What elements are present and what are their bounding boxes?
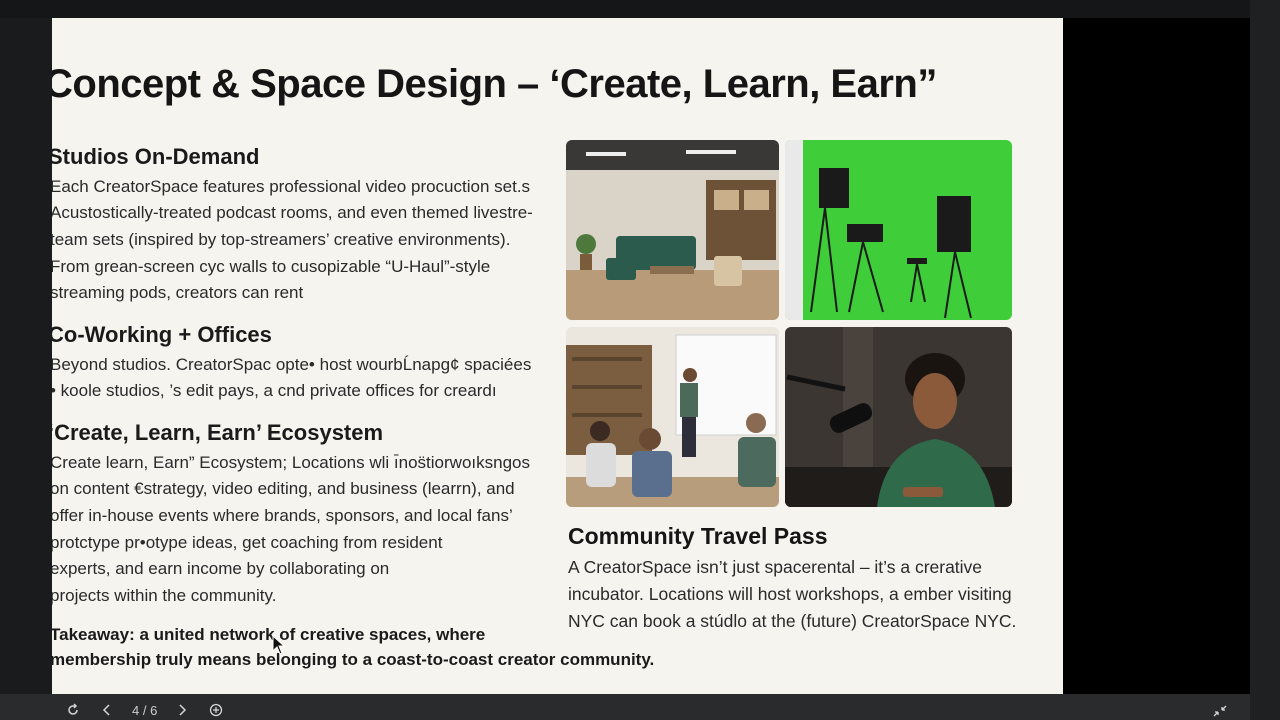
rotate-icon[interactable] — [64, 701, 82, 719]
prev-page-icon[interactable] — [98, 701, 116, 719]
takeaway-line: membership truly means belonging to a co… — [52, 650, 655, 669]
section-text-line: Beyond studios. CreatorSpac opte• host w… — [52, 355, 532, 374]
section-text-line: Acustostically-treated podcast rooms, an… — [52, 203, 533, 222]
section-text-line: • koole studios, ’s edit pays, a cnd pri… — [52, 381, 497, 400]
community-text-line: incubator. Locations will host workshops… — [568, 584, 1012, 604]
slide-navigation-controls: 4 / 6 — [64, 700, 225, 720]
mouse-cursor-icon — [272, 635, 286, 655]
takeaway-text: Takeaway: a united network of creative s… — [52, 622, 654, 672]
community-travel-pass-heading: Community Travel Pass — [568, 523, 828, 549]
viewer-side-pane — [1063, 18, 1250, 694]
classroom-workshop-photo — [566, 327, 779, 507]
section-text-line: From grean-screen cyc walls to cusopizab… — [52, 257, 491, 276]
section-text-line: Each CreatorSpace features professional … — [52, 177, 531, 196]
slide-title: Concept & Space Design – ‘Create, Learn,… — [52, 62, 937, 106]
section-text-line: projects within the community. — [52, 586, 277, 605]
takeaway-line: Takeaway: a united network of creative s… — [52, 625, 486, 644]
section-heading-studios: Studios On-Demand — [52, 144, 260, 169]
section-text-line: protctype pr•otype ideas, get coaching f… — [52, 533, 443, 552]
podcast-host-photo — [785, 327, 1012, 507]
page-indicator: 4 / 6 — [132, 702, 158, 718]
section-text-line: team sets (inspired by top-streamers’ cr… — [52, 230, 511, 249]
section-text-line: streaming pods, creators can rent — [52, 283, 304, 302]
section-text-line: Create learn, Earn” Ecosystem; Locations… — [52, 453, 530, 472]
viewer-top-strip — [0, 0, 1280, 18]
exit-fullscreen-icon[interactable] — [1212, 704, 1228, 718]
zoom-in-icon[interactable] — [207, 701, 225, 719]
green-screen-studio-photo — [785, 140, 1012, 320]
community-text-line: NYC can book a stúdlo at the (future) C… — [568, 611, 1017, 631]
community-text-line: A CreatorSpace isn’t just spacerental – … — [568, 557, 983, 577]
viewer-scrollbar[interactable] — [1250, 0, 1280, 720]
presentation-slide: Concept & Space Design – ‘Create, Learn,… — [52, 18, 1063, 694]
next-page-icon[interactable] — [173, 701, 191, 719]
section-heading-ecosystem: ‘Create, Learn, Earn’ Ecosystem — [52, 420, 384, 445]
section-text-line: experts, and earn income by collaboratin… — [52, 559, 390, 578]
viewer-left-margin — [0, 18, 52, 702]
section-heading-coworking: Co-Working + Offices — [52, 322, 272, 347]
section-text-line: offer in-house events where brands, spon… — [52, 506, 513, 525]
section-text-line: on content €strategy, video editing, and… — [52, 479, 515, 498]
lounge-photo — [566, 140, 779, 320]
